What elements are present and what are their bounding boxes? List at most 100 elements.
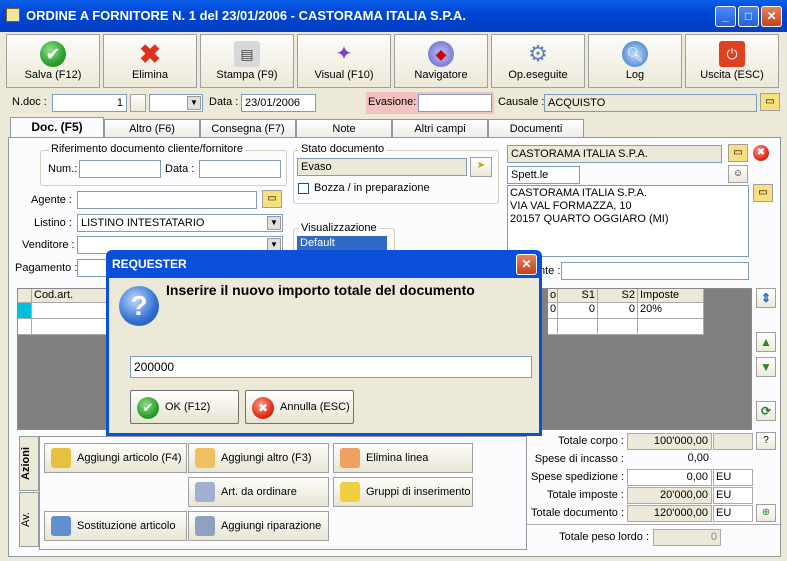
- date-field[interactable]: 23/01/2006: [241, 94, 316, 112]
- zoom-in-icon[interactable]: ⊕: [756, 504, 776, 522]
- fornitore-name-field[interactable]: CASTORAMA ITALIA S.P.A.: [507, 145, 722, 163]
- tab-doc[interactable]: Doc. (F5): [10, 117, 104, 139]
- row-selector[interactable]: [18, 303, 32, 319]
- close-icon[interactable]: ✕: [761, 6, 782, 27]
- articles-to-order-button[interactable]: Art. da ordinare: [188, 477, 329, 507]
- amount-input[interactable]: 200000: [130, 356, 532, 378]
- series-select[interactable]: ▼: [149, 94, 203, 112]
- executed-ops-button[interactable]: ⚙ Op.eseguite: [491, 34, 585, 88]
- log-button[interactable]: 🔍︎ Log: [588, 34, 682, 88]
- insert-groups-button[interactable]: Gruppi di inserimento: [333, 477, 473, 507]
- stato-field: Evaso: [297, 158, 467, 176]
- agente-folder-icon[interactable]: ▭: [262, 190, 282, 208]
- print-button[interactable]: ▤ Stampa (F9): [200, 34, 294, 88]
- dialog-title: REQUESTER: [112, 257, 187, 271]
- col-s1: S1: [558, 289, 598, 303]
- dialog-message: Inserire il nuovo importo totale del doc…: [166, 282, 475, 298]
- table-row-s2[interactable]: 0: [598, 303, 638, 319]
- peso-value: 0: [653, 529, 721, 546]
- delete-line-button[interactable]: Elimina linea: [333, 443, 473, 473]
- visual-item-default[interactable]: Default: [297, 236, 387, 250]
- rif-num-field[interactable]: [79, 160, 161, 178]
- stato-title: Stato documento: [299, 143, 387, 155]
- add-article-button[interactable]: Aggiungi articolo (F4): [44, 443, 187, 473]
- window-titlebar: ORDINE A FORNITORE N. 1 del 23/01/2006 -…: [0, 0, 787, 32]
- bozza-checkbox[interactable]: [298, 183, 309, 194]
- toolbar: ✔ Salva (F12) ✖ Elimina ▤ Stampa (F9) ✦ …: [6, 34, 781, 90]
- fornitore-folder-icon[interactable]: ▭: [728, 144, 748, 162]
- magnifier-icon: 🔍︎: [622, 41, 648, 67]
- move-down-icon[interactable]: ▼: [756, 357, 776, 377]
- question-icon: ?: [119, 286, 159, 326]
- power-icon: ⏻: [719, 41, 745, 67]
- ndoc-field[interactable]: 1: [52, 94, 127, 112]
- col-s2: S2: [598, 289, 638, 303]
- check-icon: ✔: [137, 397, 159, 419]
- replace-article-button[interactable]: Sostituzione articolo: [44, 511, 187, 541]
- tab-consegna[interactable]: Consegna (F7): [200, 119, 296, 138]
- chevron-down-icon: ▼: [267, 216, 281, 230]
- minimize-icon[interactable]: _: [715, 6, 736, 27]
- dialog-close-icon[interactable]: ✕: [516, 254, 537, 275]
- delete-icon: ✖: [139, 39, 161, 69]
- pagamento-label: Pagamento :: [15, 262, 78, 274]
- totale-documento-currency[interactable]: EU: [713, 505, 753, 522]
- spett-field[interactable]: Spett.le: [507, 166, 580, 184]
- cancel-button[interactable]: ✖ Annulla (ESC): [245, 390, 354, 424]
- tab-altro[interactable]: Altro (F6): [104, 119, 200, 138]
- table-row-imposte[interactable]: 20%: [638, 303, 704, 319]
- move-up-icon[interactable]: ▲: [756, 332, 776, 352]
- order-icon: [195, 482, 215, 502]
- clear-icon[interactable]: ✖: [753, 145, 771, 163]
- totale-imposte-label: Totale imposte :: [546, 489, 624, 501]
- tab-azioni[interactable]: Azioni: [19, 436, 39, 491]
- table-row-s1[interactable]: 0: [558, 303, 598, 319]
- dialog-body: ? Inserire il nuovo importo totale del d…: [109, 278, 539, 433]
- listino-select[interactable]: LISTINO INTESTATARIO ▼: [77, 214, 283, 232]
- folder-icon[interactable]: ▭: [760, 93, 780, 111]
- delete-button[interactable]: ✖ Elimina: [103, 34, 197, 88]
- agente-field[interactable]: [77, 191, 257, 209]
- add-other-button[interactable]: Aggiungi altro (F3): [188, 443, 329, 473]
- evasione-field[interactable]: [418, 94, 492, 112]
- rif-title: Riferimento documento cliente/fornitore: [49, 143, 245, 155]
- spese-spedizione-currency[interactable]: EU: [713, 469, 753, 486]
- totale-documento-label: Totale documento :: [531, 507, 624, 519]
- visual-button[interactable]: ✦ Visual (F10): [297, 34, 391, 88]
- causale-label: Causale :: [498, 96, 545, 108]
- table-row-o[interactable]: 0: [548, 303, 558, 319]
- tab-altri-campi[interactable]: Altri campi: [392, 119, 488, 138]
- exit-button[interactable]: ⏻ Uscita (ESC): [685, 34, 779, 88]
- document-header: N.doc : 1 ▼ Data : 23/01/2006 Evasione: …: [8, 92, 781, 116]
- rif-date-label: Data :: [165, 163, 195, 175]
- address-folder-icon[interactable]: ▭: [753, 184, 773, 202]
- col-imposte: Imposte: [638, 289, 704, 303]
- pagamento-field[interactable]: [77, 259, 107, 277]
- help-button[interactable]: ?: [756, 432, 776, 450]
- nte-field[interactable]: [561, 262, 749, 280]
- spese-spedizione-value[interactable]: 0,00: [627, 469, 712, 486]
- spese-incasso-label: Spese di incasso :: [534, 453, 624, 465]
- save-button[interactable]: ✔ Salva (F12): [6, 34, 100, 88]
- sort-icon[interactable]: ⇕: [756, 288, 776, 308]
- refresh-icon[interactable]: ⟳: [756, 401, 776, 421]
- visual-title: Visualizzazione: [299, 222, 379, 234]
- totale-imposte-currency[interactable]: EU: [713, 487, 753, 504]
- ok-button[interactable]: ✔ OK (F12): [130, 390, 239, 424]
- causale-field[interactable]: ACQUISTO: [544, 94, 757, 112]
- person-icon[interactable]: ☺: [728, 165, 748, 183]
- address-box[interactable]: CASTORAMA ITALIA S.P.A. VIA VAL FORMAZZA…: [507, 185, 749, 257]
- check-icon: ✔: [40, 41, 66, 67]
- tab-av[interactable]: Av.: [19, 492, 39, 547]
- arrow-right-icon[interactable]: ➤: [470, 157, 492, 177]
- tab-documenti[interactable]: Documenti: [488, 119, 584, 138]
- ndoc-suffix-button[interactable]: [130, 94, 146, 112]
- requester-dialog: REQUESTER ✕ ? Inserire il nuovo importo …: [106, 250, 542, 436]
- maximize-icon[interactable]: □: [738, 6, 759, 27]
- totale-corpo-value: 100'000,00: [627, 433, 712, 450]
- add-repair-button[interactable]: Aggiungi riparazione: [188, 511, 329, 541]
- replace-icon: [51, 516, 71, 536]
- rif-date-field[interactable]: [199, 160, 281, 178]
- tab-note[interactable]: Note: [296, 119, 392, 138]
- navigator-button[interactable]: ◆ Navigatore: [394, 34, 488, 88]
